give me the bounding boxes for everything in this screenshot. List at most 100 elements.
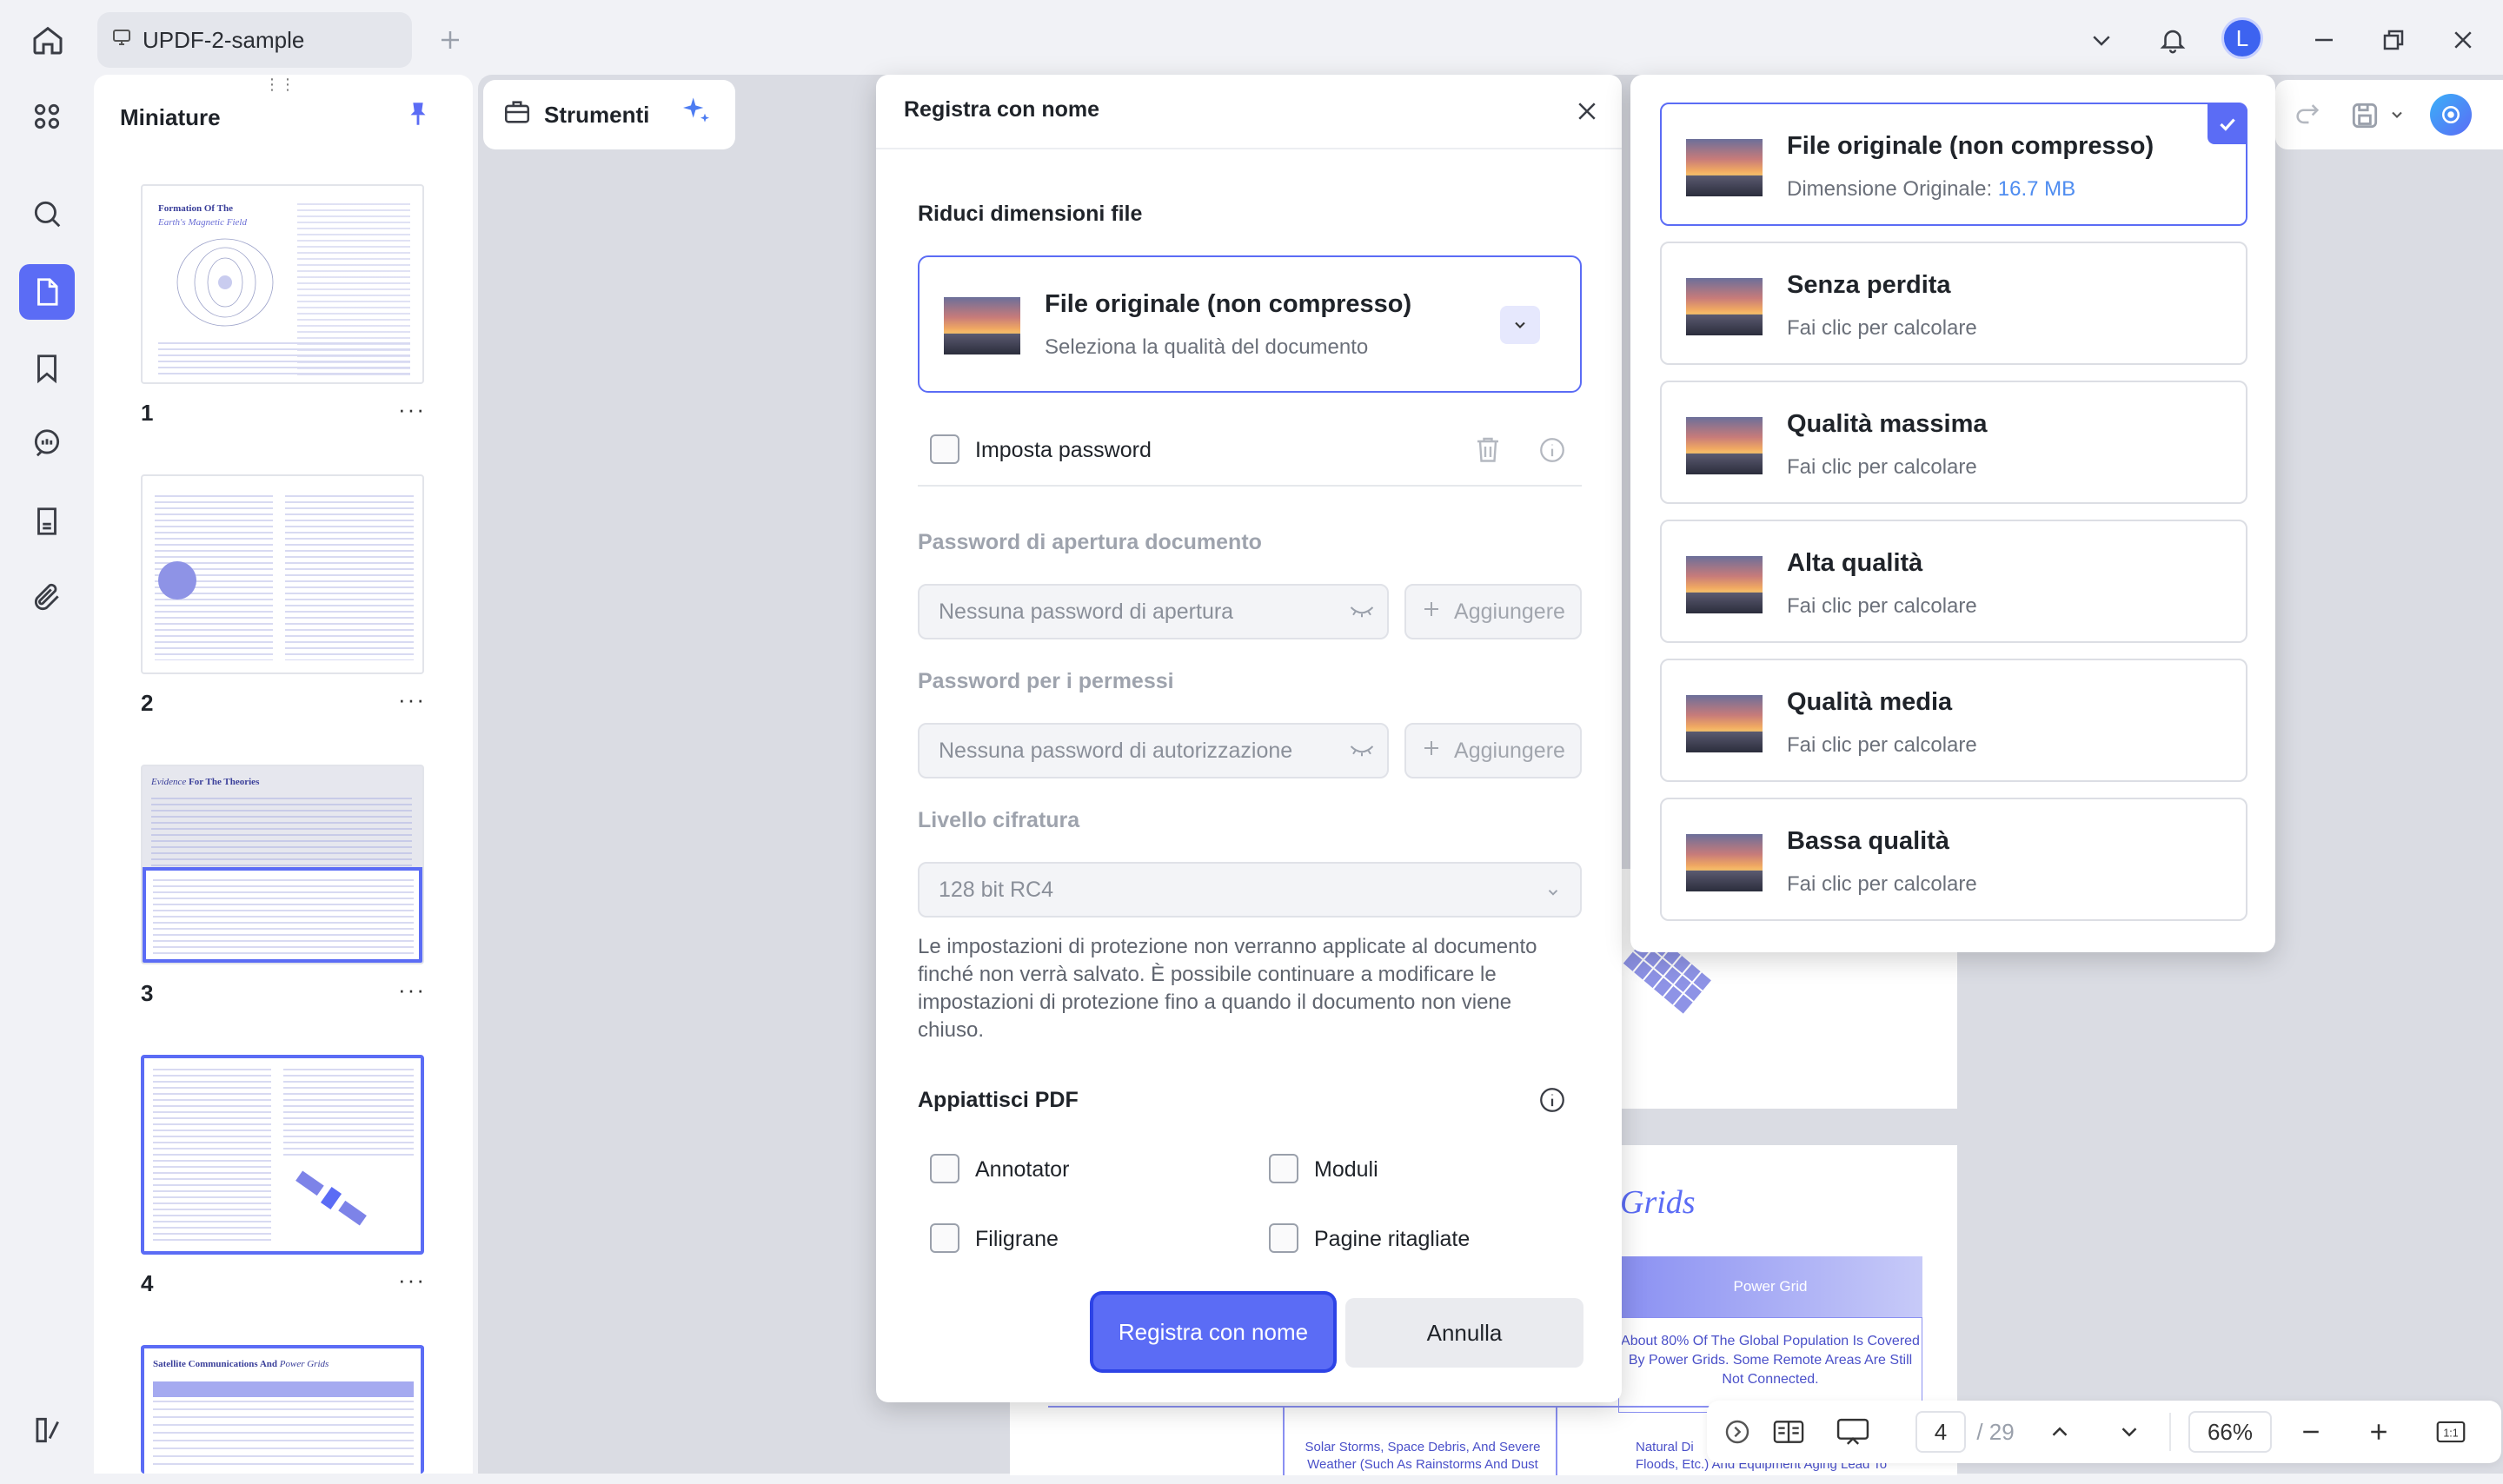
- chevron-up-icon[interactable]: [2041, 1401, 2079, 1463]
- option-title: Alta qualità: [1787, 549, 1923, 577]
- save-as-dialog: Registra con nome Riduci dimensioni file…: [876, 75, 1622, 1402]
- quality-option-original[interactable]: File originale (non compresso) Dimension…: [1660, 103, 2247, 226]
- encryption-select[interactable]: 128 bit RC4: [918, 862, 1582, 918]
- eye-off-icon[interactable]: [1349, 601, 1375, 628]
- option-title: Qualità massima: [1787, 410, 1988, 438]
- fit-icon[interactable]: 1:1: [2428, 1401, 2473, 1463]
- thumbnail-panel: ⋮⋮ Miniature Formation Of The Earth's Ma…: [94, 75, 473, 1474]
- search-icon[interactable]: [19, 186, 75, 242]
- quality-image-icon: [944, 297, 1020, 354]
- thumbnail-page-4[interactable]: [141, 1055, 424, 1255]
- protection-notice: Le impostazioni di protezione non verran…: [918, 935, 1537, 1042]
- permission-password-field[interactable]: Nessuna password di autorizzazione: [918, 723, 1389, 778]
- document-tab-title: UPDF-2-sample: [143, 26, 305, 53]
- chevron-right-icon[interactable]: [1716, 1401, 1759, 1463]
- bookmark-icon[interactable]: [19, 341, 75, 396]
- open-password-field[interactable]: Nessuna password di apertura: [918, 584, 1389, 639]
- two-page-view-icon[interactable]: [1764, 1401, 1813, 1463]
- zoom-out-icon[interactable]: [2289, 1401, 2333, 1463]
- home-icon[interactable]: [24, 17, 71, 63]
- sparkle-icon[interactable]: [679, 95, 714, 136]
- thumbnail-heading: Formation Of The: [158, 203, 233, 214]
- presentation-icon[interactable]: [1827, 1401, 1879, 1463]
- chevron-down-icon[interactable]: [2388, 106, 2406, 128]
- more-icon[interactable]: ···: [398, 686, 426, 713]
- page-navigation-bar: 4 / 29 66% 1:1: [1707, 1401, 2501, 1463]
- option-title: File originale (non compresso): [1787, 132, 2154, 160]
- page-heading: Grids: [1620, 1184, 1696, 1221]
- trash-icon[interactable]: [1469, 429, 1507, 469]
- quality-option-high[interactable]: Alta qualità Fai clic per calcolare: [1660, 520, 2247, 643]
- save-as-button[interactable]: Registra con nome: [1093, 1295, 1333, 1369]
- thumbnail-page-5[interactable]: Satellite Communications And Power Grids: [141, 1345, 424, 1474]
- save-icon[interactable]: [2348, 99, 2381, 136]
- grid-icon[interactable]: [19, 89, 75, 144]
- document-tab[interactable]: UPDF-2-sample: [97, 12, 412, 68]
- sun-illustration: [158, 561, 196, 600]
- set-password-checkbox[interactable]: [930, 434, 959, 464]
- option-subtitle: Dimensione Originale: 16.7 MB: [1787, 177, 2076, 201]
- quality-option-maximum[interactable]: Qualità massima Fai clic per calcolare: [1660, 381, 2247, 504]
- quality-option-low[interactable]: Bassa qualità Fai clic per calcolare: [1660, 798, 2247, 921]
- avatar[interactable]: L: [2221, 17, 2263, 59]
- option-title: Senza perdita: [1787, 271, 1951, 299]
- redo-icon[interactable]: [2293, 99, 2322, 133]
- quality-option-lossless[interactable]: Senza perdita Fai clic per calcolare: [1660, 242, 2247, 365]
- minimize-icon[interactable]: [2305, 21, 2343, 59]
- add-permission-password-button[interactable]: Aggiungere: [1404, 723, 1582, 778]
- flatten-annotator-checkbox[interactable]: [930, 1154, 959, 1183]
- zoom-in-icon[interactable]: [2357, 1401, 2400, 1463]
- flatten-watermarks-checkbox[interactable]: [930, 1223, 959, 1253]
- add-label: Aggiungere: [1454, 738, 1565, 763]
- thumbnail-table-header: [153, 1381, 414, 1397]
- eye-off-icon[interactable]: [1349, 740, 1375, 767]
- thumbnail-page-2[interactable]: [141, 474, 424, 674]
- more-icon[interactable]: ···: [398, 1267, 426, 1294]
- quality-select[interactable]: File originale (non compresso) Seleziona…: [918, 255, 1582, 393]
- paperclip-icon[interactable]: [19, 570, 75, 626]
- flatten-cropped-pages-label: Pagine ritagliate: [1314, 1227, 1471, 1251]
- option-subtitle: Fai clic per calcolare: [1787, 594, 1977, 618]
- pin-icon[interactable]: [403, 99, 438, 134]
- svg-text:1:1: 1:1: [2443, 1428, 2458, 1440]
- bell-icon[interactable]: [2154, 19, 2192, 61]
- quality-option-medium[interactable]: Qualità media Fai clic per calcolare: [1660, 659, 2247, 782]
- thumbnail-page-1[interactable]: Formation Of The Earth's Magnetic Field: [141, 184, 424, 384]
- table-rule: [1556, 1406, 1557, 1475]
- more-icon[interactable]: ···: [398, 396, 426, 423]
- flatten-annotator-label: Annotator: [975, 1157, 1070, 1182]
- form-icon[interactable]: [19, 494, 75, 549]
- chevron-down-icon[interactable]: [2082, 21, 2121, 59]
- plus-icon[interactable]: [433, 21, 468, 59]
- flatten-forms-checkbox[interactable]: [1269, 1154, 1298, 1183]
- page-number-input[interactable]: 4: [1915, 1401, 1966, 1463]
- info-icon[interactable]: [1535, 433, 1570, 467]
- close-icon[interactable]: [1568, 92, 1606, 130]
- set-password-label: Imposta password: [975, 438, 1152, 462]
- ai-assistant-icon[interactable]: [2430, 94, 2472, 136]
- cancel-button[interactable]: Annulla: [1345, 1298, 1583, 1368]
- restore-icon[interactable]: [2374, 21, 2413, 59]
- comment-icon[interactable]: [19, 415, 75, 471]
- toolbox-icon: [502, 97, 532, 133]
- plus-icon: [1421, 738, 1442, 765]
- page-icon[interactable]: [19, 264, 75, 320]
- info-icon[interactable]: [1535, 1083, 1570, 1117]
- flatten-cropped-pages-checkbox[interactable]: [1269, 1223, 1298, 1253]
- sidebar-toggle-icon[interactable]: [19, 1402, 75, 1458]
- zoom-level[interactable]: 66%: [2188, 1401, 2272, 1463]
- thumbnail-page-3[interactable]: Evidence For The Theories: [141, 765, 424, 964]
- drag-handle[interactable]: ⋮⋮: [264, 76, 299, 92]
- close-icon[interactable]: [2444, 21, 2482, 59]
- option-title: Bassa qualità: [1787, 827, 1949, 855]
- encryption-label: Livello cifratura: [918, 808, 1080, 832]
- option-subtitle: Fai clic per calcolare: [1787, 455, 1977, 479]
- table-header: Power Grid: [1618, 1256, 1922, 1317]
- encryption-value: 128 bit RC4: [939, 877, 1054, 902]
- add-open-password-button[interactable]: Aggiungere: [1404, 584, 1582, 639]
- chevron-down-icon[interactable]: [2110, 1401, 2148, 1463]
- magnetic-field-illustration: [176, 238, 274, 327]
- more-icon[interactable]: ···: [398, 977, 426, 1004]
- tools-button[interactable]: Strumenti: [483, 80, 735, 149]
- chevron-down-icon[interactable]: [1500, 306, 1540, 344]
